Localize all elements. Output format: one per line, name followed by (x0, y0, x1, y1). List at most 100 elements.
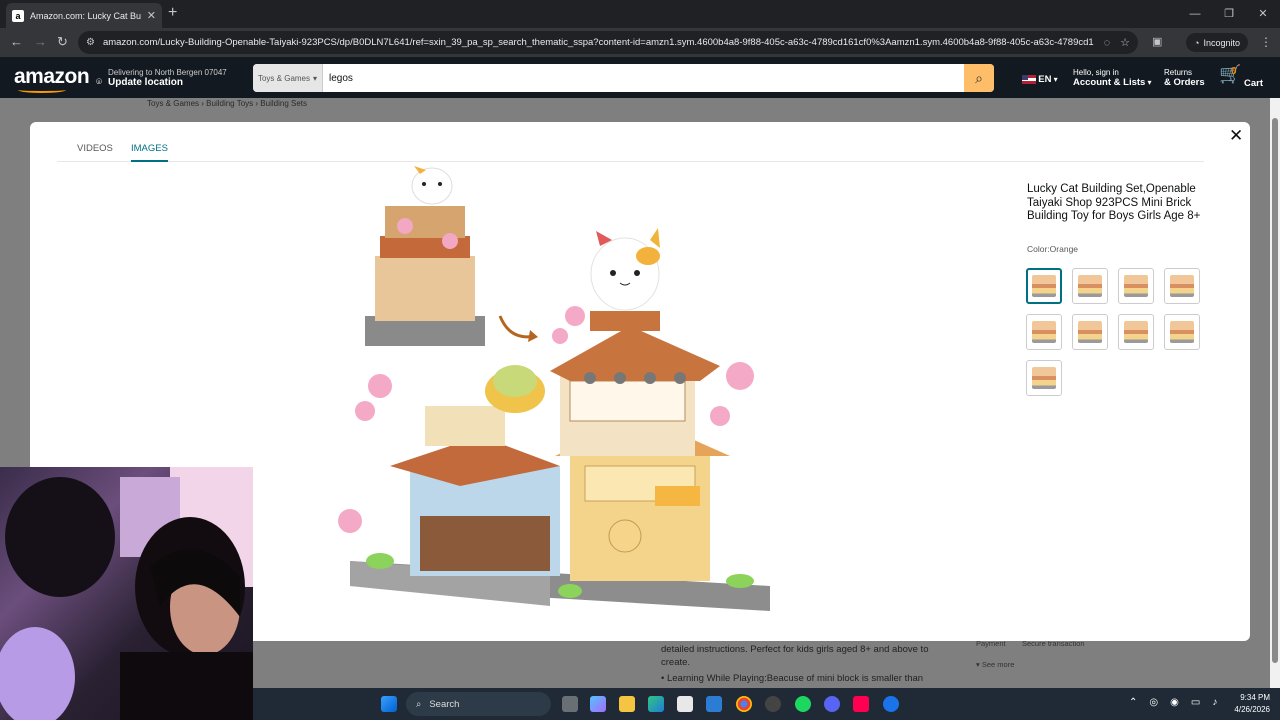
back-icon[interactable]: ← (10, 34, 23, 49)
close-modal-icon[interactable]: ✕ (1229, 126, 1243, 146)
returns-orders[interactable]: Returns & Orders (1164, 68, 1205, 88)
main-product-image (338, 166, 770, 611)
chevron-up-icon[interactable]: ⌃ (1129, 697, 1137, 708)
clock-date: 4/26/2026 (1234, 705, 1270, 714)
obs-icon[interactable] (765, 696, 781, 712)
thumbnail-image[interactable] (1072, 314, 1108, 350)
see-more-label: See more (981, 660, 1015, 669)
window-close-icon[interactable]: ✕ (1246, 0, 1280, 28)
amazon-search-bar: Toys & Games ▾ ⌕ (253, 64, 994, 92)
bookmark-star-icon[interactable]: ☆ (1120, 36, 1130, 49)
modal-tabs: VIDEOS IMAGES (57, 142, 1204, 162)
task-view-icon[interactable] (562, 696, 578, 712)
language-label: EN (1038, 74, 1052, 85)
mail-icon[interactable] (706, 696, 722, 712)
page-scrollbar[interactable] (1270, 98, 1280, 688)
cart-label: Cart (1244, 78, 1264, 89)
forward-icon[interactable]: → (34, 34, 47, 49)
thumbnail-image[interactable] (1118, 314, 1154, 350)
color-label: Color:Orange (1027, 244, 1079, 254)
edge-icon[interactable] (648, 696, 664, 712)
product-title: Lucky Cat Building Set,Openable Taiyaki … (1027, 183, 1201, 222)
breadcrumb-item[interactable]: Building Sets (260, 99, 307, 108)
browser-tab-bar: a Amazon.com: Lucky Cat Buildin ✕ + — ❐ … (0, 0, 1280, 28)
incognito-label: Incognito (1203, 37, 1240, 48)
account-line2: Account & Lists (1073, 77, 1146, 88)
tab-title: Amazon.com: Lucky Cat Buildin (30, 10, 141, 21)
webcam-feed-image (0, 467, 253, 720)
side-panel-icon[interactable]: ▣ (1152, 35, 1162, 48)
url-text: amazon.com/Lucky-Building-Openable-Taiya… (102, 37, 1094, 48)
thumbnail-grid (1026, 268, 1206, 396)
amazon-header: amazon Delivering to North Bergen 07047 … (0, 57, 1280, 98)
incognito-badge[interactable]: ◔ Incognito (1186, 33, 1248, 52)
thumbnail-image[interactable] (1026, 360, 1062, 396)
search-category-label: Toys & Games (257, 73, 310, 83)
thumbnail-image[interactable] (1164, 268, 1200, 304)
breadcrumb-item[interactable]: Toys & Games (147, 99, 199, 108)
tab-images[interactable]: IMAGES (131, 143, 168, 162)
search-input[interactable] (323, 64, 964, 92)
cart-count: 0 (1231, 66, 1237, 77)
us-flag-icon (1022, 75, 1036, 85)
account-menu[interactable]: Hello, sign in Account & Lists ▾ (1073, 68, 1152, 88)
taskbar-search[interactable]: ⌕ Search (406, 692, 551, 716)
breadcrumb: Toys & Games › Building Toys › Building … (147, 99, 307, 108)
webcam-overlay (0, 467, 253, 720)
deliver-line2: Update location (108, 77, 184, 88)
dropdown-caret-icon: ▾ (313, 73, 318, 83)
returns-line2: & Orders (1164, 77, 1205, 88)
see-more-link[interactable]: ▾ See more (976, 660, 1014, 669)
minimize-icon[interactable]: — (1178, 0, 1212, 28)
discord-icon[interactable] (824, 696, 840, 712)
amazon-logo[interactable]: amazon (14, 65, 90, 89)
restore-icon[interactable]: ❐ (1212, 0, 1246, 28)
app-icon[interactable] (883, 696, 899, 712)
breadcrumb-separator: › (201, 99, 204, 108)
thumbnail-image[interactable] (1026, 314, 1062, 350)
amazon-favicon-icon: a (12, 9, 24, 22)
display-icon[interactable]: ▭ (1191, 697, 1200, 708)
windows-start-icon[interactable] (381, 696, 397, 712)
description-text: detailed instructions. Perfect for kids … (661, 644, 929, 668)
tiktok-icon[interactable] (853, 696, 869, 712)
description-bullet-text: Learning While Playing:Beacuse of mini b… (666, 673, 924, 684)
system-tray: ⌃ ◎ ◉ ▭ ♪ (1129, 697, 1217, 708)
thumbnail-image[interactable] (1026, 268, 1062, 304)
breadcrumb-item[interactable]: Building Toys (206, 99, 253, 108)
browser-tab[interactable]: a Amazon.com: Lucky Cat Buildin ✕ (6, 3, 162, 28)
browser-menu-icon[interactable]: ⋮ (1260, 35, 1272, 49)
copilot-icon[interactable] (590, 696, 606, 712)
small-model-image (365, 166, 485, 346)
window-controls: — ❐ ✕ (1178, 0, 1280, 28)
browser-toolbar: ← → ↻ ⚙ amazon.com/Lucky-Building-Openab… (0, 28, 1280, 57)
close-tab-icon[interactable]: ✕ (147, 9, 156, 22)
new-tab-button[interactable]: + (168, 4, 177, 22)
thumbnail-image[interactable] (1072, 268, 1108, 304)
site-info-icon[interactable]: ⚙ (86, 37, 95, 48)
thumbnail-image[interactable] (1164, 314, 1200, 350)
clock-time: 9:34 PM (1240, 693, 1270, 702)
network-icon[interactable]: ◎ (1149, 697, 1158, 708)
spotify-icon[interactable] (795, 696, 811, 712)
eye-off-icon[interactable]: ◌ (1104, 37, 1111, 49)
taskbar-search-label: Search (429, 698, 460, 710)
description-bullet: • Learning While Playing:Beacuse of mini… (661, 673, 924, 684)
search-submit-button[interactable]: ⌕ (964, 64, 994, 92)
scroll-thumb[interactable] (1272, 118, 1278, 663)
chrome-icon[interactable] (736, 696, 752, 712)
volume-icon[interactable]: ♪ (1212, 697, 1217, 708)
thumbnail-image[interactable] (1118, 268, 1154, 304)
breadcrumb-separator: › (255, 99, 259, 108)
file-explorer-icon[interactable] (619, 696, 635, 712)
language-selector[interactable]: EN ▾ (1022, 75, 1058, 85)
location-pin-icon: ⌾ (96, 77, 102, 88)
microphone-icon[interactable]: ◉ (1170, 697, 1179, 708)
reload-icon[interactable]: ↻ (57, 34, 68, 50)
address-bar[interactable]: ⚙ amazon.com/Lucky-Building-Openable-Tai… (78, 31, 1138, 54)
tab-videos[interactable]: VIDEOS (77, 143, 113, 154)
store-icon[interactable] (677, 696, 693, 712)
delivery-location[interactable]: Delivering to North Bergen 07047 Update … (108, 68, 227, 88)
search-category-dropdown[interactable]: Toys & Games ▾ (253, 64, 323, 92)
taskbar-clock[interactable]: 9:34 PM 4/26/2026 (1234, 692, 1270, 716)
